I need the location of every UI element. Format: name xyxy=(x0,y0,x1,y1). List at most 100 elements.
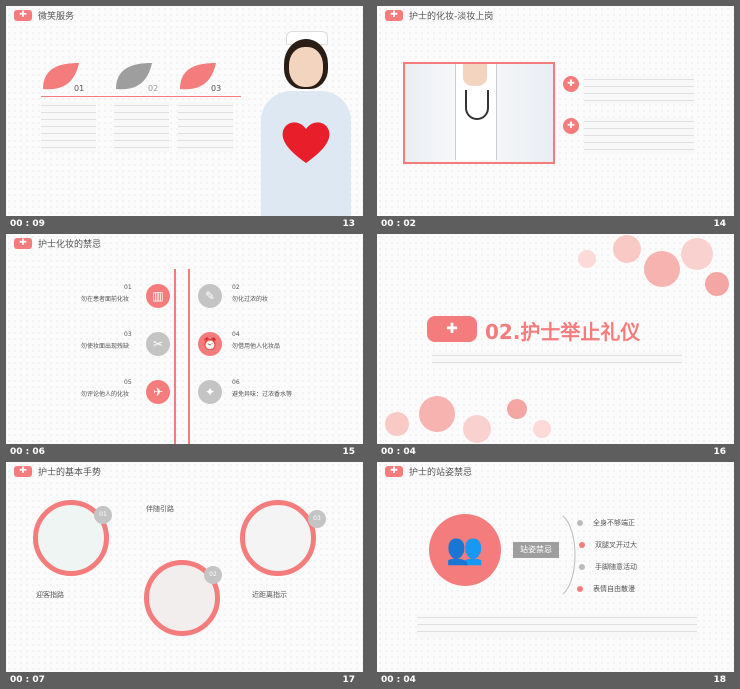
center-label: 站姿禁忌 xyxy=(513,542,559,558)
item-number: 03 xyxy=(211,84,222,93)
text-block xyxy=(114,102,169,152)
slide-time: 00 : 09 xyxy=(10,219,45,229)
bracket-line xyxy=(562,515,576,595)
slide-canvas: ✚ 护士的基本手势 01 02 03 伴随引路 迎客指路 近距离指示 xyxy=(6,462,363,672)
text-block xyxy=(584,76,694,104)
item-number: 01 xyxy=(124,284,132,291)
plane-icon: ✈ xyxy=(146,380,170,404)
item-text: 避免异味：过浓香水等 xyxy=(232,391,293,398)
slide-title: 护士的站姿禁忌 xyxy=(409,468,473,478)
item-number: 06 xyxy=(232,379,240,386)
slide-footer: 00 : 07 17 xyxy=(6,672,363,689)
slide-canvas: ✚ 护士的站姿禁忌 👥 站姿禁忌 全身不够端正 双腿叉开过大 手脚随意活动 表情… xyxy=(377,462,734,672)
slide-footer: 00 : 06 15 xyxy=(6,444,363,461)
slide-time: 00 : 02 xyxy=(381,219,416,229)
text-block xyxy=(584,118,694,154)
medical-kit-icon: ✚ xyxy=(14,238,32,249)
slide-footer: 00 : 04 18 xyxy=(377,672,734,689)
item-number: 01 xyxy=(74,84,85,93)
medical-kit-icon: ✚ xyxy=(14,466,32,477)
text-block xyxy=(41,102,96,152)
item-number: 02 xyxy=(232,284,240,291)
slide-time: 00 : 04 xyxy=(381,675,416,685)
item-text: 勿使妆面出现残缺 xyxy=(81,343,130,350)
slide-number: 17 xyxy=(342,675,355,685)
item-number: 03 xyxy=(124,331,132,338)
clock-icon: ⏰ xyxy=(198,332,222,356)
slide-17[interactable]: ✚ 护士的基本手势 01 02 03 伴随引路 迎客指路 近距离指示 00 : … xyxy=(6,462,363,689)
nurse-photo-circle xyxy=(240,500,316,576)
slide-canvas: ✚ 护士的化妆-淡妆上岗 ✚ ✚ xyxy=(377,6,734,216)
tool-icon: ✦ xyxy=(198,380,222,404)
item-text: 勿在患者面前化妆 xyxy=(81,296,130,303)
slide-footer: 00 : 04 16 xyxy=(377,444,734,461)
slide-title: 护士化妆的禁忌 xyxy=(38,240,102,250)
slide-time: 00 : 07 xyxy=(10,675,45,685)
badge-icon: ✚ xyxy=(563,118,579,134)
slide-15[interactable]: ✚ 护士化妆的禁忌 ▥ ✂ ✈ ✎ ⏰ ✦ 01 勿在患者面前化妆 03 勿使妆… xyxy=(6,234,363,461)
item-number: 04 xyxy=(232,331,240,338)
slide-title: 护士的基本手势 xyxy=(38,468,102,478)
number-badge: 02 xyxy=(204,566,222,584)
medical-kit-icon: ✚ xyxy=(427,316,477,342)
slide-number: 16 xyxy=(713,447,726,457)
item-number: 05 xyxy=(124,379,132,386)
text-block xyxy=(417,614,697,638)
slide-canvas: ✚ 护士化妆的禁忌 ▥ ✂ ✈ ✎ ⏰ ✦ 01 勿在患者面前化妆 03 勿使妆… xyxy=(6,234,363,444)
medical-kit-icon: ✚ xyxy=(385,10,403,21)
slide-title: 微笑服务 xyxy=(38,12,75,22)
gesture-label: 迎客指路 xyxy=(36,591,64,599)
slide-title-bar: ✚ 护士的化妆-淡妆上岗 xyxy=(377,6,734,24)
gesture-label: 伴随引路 xyxy=(146,505,174,513)
badge-icon: ✚ xyxy=(563,76,579,92)
section-title: 02.护士举止礼仪 xyxy=(485,320,641,344)
slide-footer: 00 : 09 13 xyxy=(6,216,363,233)
slide-canvas: ✚ 微笑服务 01 02 03 xyxy=(6,6,363,216)
item-number: 02 xyxy=(148,84,159,93)
item-text: 勿化过浓的妆 xyxy=(232,296,269,303)
number-badge: 01 xyxy=(94,506,112,524)
slide-title-bar: ✚ 微笑服务 xyxy=(6,6,363,24)
slide-18[interactable]: ✚ 护士的站姿禁忌 👥 站姿禁忌 全身不够端正 双腿叉开过大 手脚随意活动 表情… xyxy=(377,462,734,689)
slide-title-bar: ✚ 护士化妆的禁忌 xyxy=(6,234,363,252)
medical-kit-icon: ✚ xyxy=(385,466,403,477)
doctor-photo xyxy=(403,62,555,164)
heart-icon xyxy=(282,122,330,163)
slide-time: 00 : 06 xyxy=(10,447,45,457)
slide-14[interactable]: ✚ 护士的化妆-淡妆上岗 ✚ ✚ 00 : 02 14 xyxy=(377,6,734,233)
people-icon: 👥 xyxy=(429,514,501,586)
chart-icon: ▥ xyxy=(146,284,170,308)
nurse-photo xyxy=(251,31,361,216)
flower-decoration xyxy=(578,235,729,296)
center-line xyxy=(174,269,190,444)
gesture-label: 近距离指示 xyxy=(252,591,287,599)
divider xyxy=(41,96,241,97)
list-item: 双腿叉开过大 xyxy=(595,541,637,549)
list-item: 手脚随意活动 xyxy=(595,563,637,571)
slide-16[interactable]: ✚ 02.护士举止礼仪 00 : 04 16 xyxy=(377,234,734,461)
list-item: 全身不够端正 xyxy=(593,519,635,527)
bullet-dot xyxy=(579,564,585,570)
item-text: 勿借用他人化妆品 xyxy=(232,343,281,350)
bullet-dot xyxy=(579,542,585,548)
pen-icon: ✎ xyxy=(198,284,222,308)
item-text: 勿评论他人的化妆 xyxy=(81,391,130,398)
bullet-dot xyxy=(577,586,583,592)
slide-title: 护士的化妆-淡妆上岗 xyxy=(409,12,494,22)
number-badge: 03 xyxy=(308,510,326,528)
bullet-dot xyxy=(577,520,583,526)
slide-footer: 00 : 02 14 xyxy=(377,216,734,233)
slide-canvas: ✚ 02.护士举止礼仪 xyxy=(377,234,734,444)
scissors-icon: ✂ xyxy=(146,332,170,356)
slide-number: 15 xyxy=(342,447,355,457)
slide-number: 13 xyxy=(342,219,355,229)
medical-kit-icon: ✚ xyxy=(14,10,32,21)
slide-title-bar: ✚ 护士的站姿禁忌 xyxy=(377,462,734,480)
slide-13[interactable]: ✚ 微笑服务 01 02 03 00 : 09 13 xyxy=(6,6,363,233)
slide-time: 00 : 04 xyxy=(381,447,416,457)
flower-decoration xyxy=(385,396,551,443)
text-block xyxy=(178,102,233,152)
slide-title-bar: ✚ 护士的基本手势 xyxy=(6,462,363,480)
subtitle-text xyxy=(432,352,682,364)
slide-number: 14 xyxy=(713,219,726,229)
